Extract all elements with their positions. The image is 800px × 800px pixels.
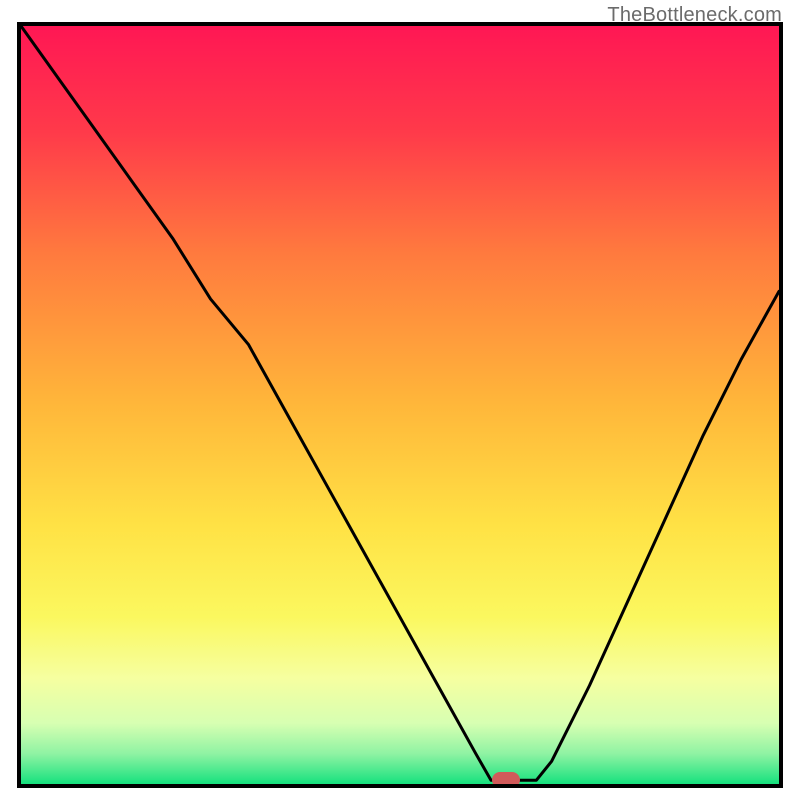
optimal-marker [492, 772, 520, 788]
chart-container: TheBottleneck.com [0, 0, 800, 800]
bottleneck-curve [21, 26, 779, 784]
plot-frame [17, 22, 783, 788]
